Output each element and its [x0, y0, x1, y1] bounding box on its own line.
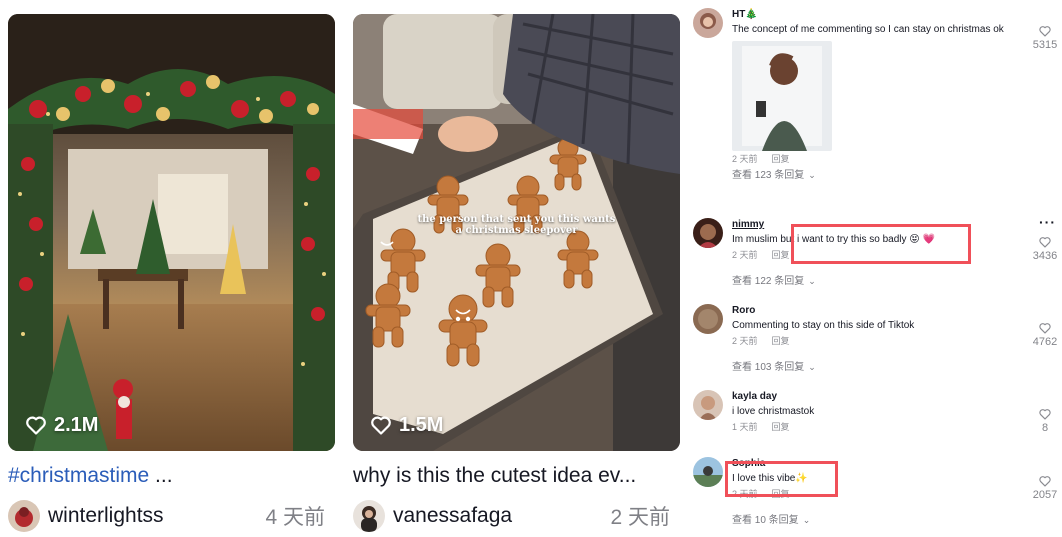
video-card-2[interactable]: the person that sent you this wants a ch…	[353, 14, 680, 533]
post-time: 2 天前	[610, 506, 670, 529]
commenter-avatar[interactable]	[693, 304, 723, 334]
chevron-down-icon: ⌄	[802, 515, 811, 525]
comment-meta: 2 天前 回复	[732, 333, 1022, 349]
caption-text: ...	[149, 464, 173, 487]
comment-text: The concept of me commenting so I can st…	[732, 24, 1004, 35]
chevron-down-icon: ⌄	[808, 276, 816, 286]
comment-like-button[interactable]: 8	[1030, 407, 1060, 435]
comment-like-count: 3436	[1032, 250, 1058, 262]
commenter-name[interactable]: HT🎄	[732, 8, 1022, 22]
view-replies-link[interactable]: 查看 122 条回复 ⌄	[732, 273, 1022, 289]
video-caption[interactable]: #christmastime ...	[8, 463, 335, 489]
highlight-box	[725, 461, 838, 497]
comment-image[interactable]	[732, 41, 832, 151]
overlay-line-2: a christmas sleepover	[455, 225, 578, 236]
comment-like-count: 2057	[1032, 489, 1058, 501]
like-count: 1.5M	[399, 413, 444, 436]
post-time: 4 天前	[265, 506, 325, 529]
highlight-box	[791, 224, 971, 264]
commenter-avatar[interactable]	[693, 390, 723, 420]
heart-outline-icon	[1039, 323, 1051, 334]
reply-button[interactable]: 回复	[772, 336, 790, 346]
video-thumbnail-1[interactable]: 2.1M	[8, 14, 335, 451]
comment-body: HT🎄 The concept of me commenting so I ca…	[732, 8, 1022, 183]
view-replies-link[interactable]: 查看 123 条回复 ⌄	[732, 167, 1022, 183]
comment-text: Commenting to stay on this side of Tikto…	[732, 320, 915, 331]
heart-outline-icon	[1039, 476, 1051, 487]
caption-text: why is this the cutest idea ev...	[353, 464, 637, 487]
commenter-name[interactable]: Roro	[732, 304, 1022, 318]
video-author-row: winterlightss 4 天前	[8, 499, 335, 533]
comment-meta: 2 天前 回复	[732, 151, 1022, 167]
heart-outline-icon	[26, 416, 46, 435]
comments-panel: HT🎄 The concept of me commenting so I ca…	[690, 0, 1062, 537]
author-avatar[interactable]	[353, 500, 385, 532]
video-card-1[interactable]: 2.1M #christmastime ... winterlightss 4 …	[8, 14, 335, 533]
overlay-line-1: the person that sent you this wants	[417, 214, 616, 225]
view-replies-text: 查看 122 条回复	[732, 276, 805, 287]
video-author-row: vanessafaga 2 天前	[353, 499, 680, 533]
author-name[interactable]: winterlightss	[48, 504, 265, 528]
like-count-overlay: 1.5M	[369, 413, 443, 437]
comment-age: 2 天前	[732, 250, 758, 260]
view-replies-text: 查看 123 条回复	[732, 170, 805, 181]
comment-like-button[interactable]: 3436	[1030, 235, 1060, 263]
christmas-hallway-image	[8, 14, 335, 451]
comment-age: 2 天前	[732, 154, 758, 164]
comment-like-count: 5315	[1032, 39, 1058, 51]
hashtag-link[interactable]: #christmastime	[8, 464, 149, 487]
view-replies-text: 查看 10 条回复	[732, 515, 799, 526]
comment-like-count: 4762	[1032, 336, 1058, 348]
chevron-down-icon: ⌄	[808, 362, 816, 372]
comment-like-count: 8	[1041, 422, 1049, 434]
commenter-name[interactable]: kayla day	[732, 390, 1022, 404]
more-options-icon[interactable]: ···	[1039, 214, 1056, 230]
view-replies-link[interactable]: 查看 103 条回复 ⌄	[732, 359, 1022, 375]
video-thumbnail-2[interactable]: the person that sent you this wants a ch…	[353, 14, 680, 451]
view-replies-link[interactable]: 查看 10 条回复 ⌄	[732, 512, 1022, 528]
video-overlay-text: the person that sent you this wants a ch…	[353, 214, 680, 236]
heart-outline-icon	[371, 416, 391, 435]
heart-outline-icon	[1039, 409, 1051, 420]
chevron-down-icon: ⌄	[808, 170, 816, 180]
like-count-overlay: 2.1M	[24, 413, 98, 437]
comment-like-button[interactable]: 4762	[1030, 321, 1060, 349]
reply-button[interactable]: 回复	[772, 154, 790, 164]
video-caption[interactable]: why is this the cutest idea ev...	[353, 463, 680, 489]
comment-body: kayla day i love christmastok 1 天前 回复	[732, 390, 1022, 435]
reply-button[interactable]: 回复	[772, 250, 790, 260]
heart-outline-icon	[1039, 26, 1051, 37]
comment-age: 2 天前	[732, 336, 758, 346]
reply-button[interactable]: 回复	[772, 422, 790, 432]
like-count: 2.1M	[54, 413, 99, 436]
author-name[interactable]: vanessafaga	[393, 504, 610, 528]
comment-like-button[interactable]: 5315	[1030, 24, 1060, 52]
view-replies-text: 查看 103 条回复	[732, 362, 805, 373]
comment-meta: 1 天前 回复	[732, 419, 1022, 435]
commenter-avatar[interactable]	[693, 457, 723, 487]
author-avatar[interactable]	[8, 500, 40, 532]
commenter-avatar[interactable]	[693, 218, 723, 248]
comment-text: i love christmastok	[732, 406, 815, 417]
comment-body: Roro Commenting to stay on this side of …	[732, 304, 1022, 375]
commenter-avatar[interactable]	[693, 8, 723, 38]
comment-like-button[interactable]: 2057	[1030, 474, 1060, 502]
comment-age: 1 天前	[732, 422, 758, 432]
heart-outline-icon	[1039, 237, 1051, 248]
